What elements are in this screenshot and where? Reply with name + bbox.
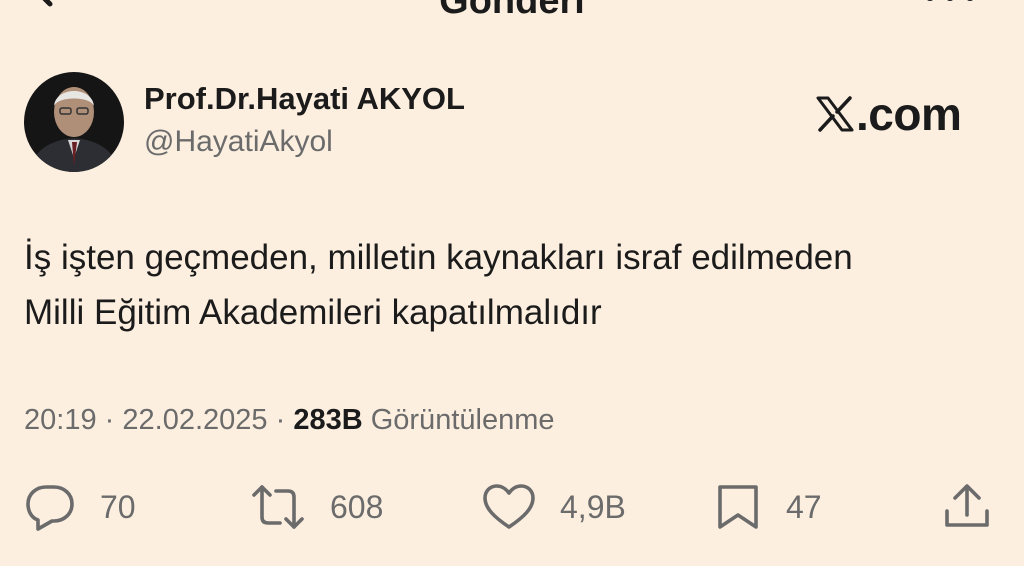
repost-icon	[252, 485, 304, 529]
meta-separator: ·	[275, 404, 286, 436]
reply-button[interactable]: 70	[24, 482, 136, 532]
bookmark-button[interactable]: 47	[716, 482, 822, 532]
post-date[interactable]: 22.02.2025	[122, 404, 267, 436]
action-bar: 70 608 4,9B 47	[0, 482, 1024, 532]
post-text-line: Milli Eğitim Akademileri kapatılmalıdır	[24, 293, 602, 332]
avatar-image	[24, 72, 124, 172]
post-text: İş işten geçmeden, milletin kaynakları i…	[24, 230, 1004, 340]
like-count: 4,9B	[560, 488, 626, 525]
reply-count: 70	[100, 488, 136, 525]
repost-button[interactable]: 608	[250, 482, 383, 532]
post-text-line: İş işten geçmeden, milletin kaynakları i…	[24, 238, 853, 277]
author-name[interactable]: Prof.Dr.Hayati AKYOL	[144, 81, 465, 117]
top-bar: Gönderi	[0, 0, 1024, 24]
avatar[interactable]	[24, 72, 124, 172]
page-title: Gönderi	[439, 0, 585, 22]
comment-icon	[26, 485, 74, 531]
views-count: 283B	[293, 404, 363, 436]
bookmark-count: 47	[786, 488, 822, 525]
like-button[interactable]: 4,9B	[482, 482, 626, 532]
share-icon	[945, 484, 989, 527]
watermark-text: .com	[856, 88, 962, 140]
post-meta: 20:19 · 22.02.2025 · 283B Görüntülenme	[24, 404, 555, 437]
heart-icon	[483, 484, 535, 529]
share-button[interactable]	[942, 482, 992, 532]
meta-separator: ·	[104, 404, 115, 436]
x-logo-icon	[816, 96, 854, 132]
bookmark-icon	[718, 485, 758, 529]
views-label: Görüntülenme	[370, 404, 555, 436]
more-dots-icon[interactable]	[922, 0, 978, 8]
x-com-watermark: .com	[816, 86, 962, 142]
post-time[interactable]: 20:19	[24, 404, 97, 436]
author-handle[interactable]: @HayatiAkyol	[144, 125, 333, 159]
repost-count: 608	[330, 488, 384, 525]
